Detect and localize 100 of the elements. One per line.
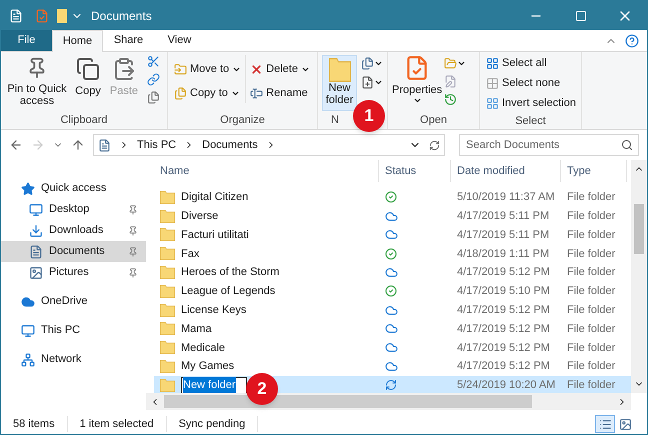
back-icon[interactable] [9,138,23,152]
grid-icon [486,96,499,110]
date-cell: 4/17/2019 5:12 PM [457,304,550,316]
file-row[interactable]: My Games 4/17/2019 5:12 PM File folder [154,357,631,376]
sidebar-item[interactable]: Pictures [1,262,146,283]
status-text: Sync pending [178,416,258,432]
ribbon-tab[interactable]: Home [52,30,103,52]
ribbon-button[interactable]: Invert selection [484,93,578,113]
properties-button[interactable]: Properties [392,55,442,105]
folder-icon [328,58,350,82]
move-folder-icon [174,62,187,76]
copy-icon [174,86,187,100]
date-cell: 4/17/2019 5:12 PM [457,266,550,278]
ribbon-tab[interactable]: View [154,30,205,51]
file-row[interactable]: Digital Citizen 5/10/2019 11:37 AM File folder [154,188,631,207]
large-icons-view-icon [618,418,632,430]
sidebar-item[interactable]: Quick access [1,178,146,199]
scroll-thumb[interactable] [164,395,532,408]
document-icon [29,244,43,258]
file-row[interactable]: License Keys 4/17/2019 5:12 PM File folder [154,300,631,320]
network-icon [21,352,35,366]
date-cell: 4/17/2019 5:10 PM [457,285,550,298]
column-header[interactable]: Name [146,160,379,182]
file-name: League of Legends [181,284,276,300]
files-icon[interactable] [361,57,374,70]
scroll-thumb[interactable] [634,204,644,254]
rename-icon [250,86,264,100]
link-icon[interactable] [147,73,160,86]
caret-icon [374,78,383,87]
new-folder-button[interactable]: New folder [322,55,357,111]
type-cell: File folder [567,248,616,260]
type-cell: File folder [567,210,616,222]
file-name: Digital Citizen [181,190,248,206]
checked-file-icon[interactable] [35,8,49,22]
rename-field[interactable]: New folder [181,376,247,394]
ribbon-button[interactable]: Pin to Quick access [5,55,69,107]
file-row[interactable]: Mama 4/17/2019 5:12 PM File folder [154,320,631,338]
date-cell: 4/17/2019 5:11 PM [457,228,550,241]
scissors-icon[interactable] [147,55,160,68]
status-text: 58 items [13,416,68,432]
address-bar[interactable]: This PC Documents [93,134,445,156]
sidebar-item[interactable]: Documents [1,241,146,262]
ribbon-button[interactable]: Move to [172,59,244,79]
ribbon-tab[interactable]: Share [103,30,154,51]
delete-icon [250,62,264,76]
ribbon-button[interactable]: Copy [71,55,105,97]
view-button[interactable] [595,415,615,433]
folder-icon [160,284,175,298]
sidebar-item[interactable]: This PC [1,320,146,341]
type-cell: File folder [567,322,616,335]
help-icon[interactable] [625,34,639,48]
file-row[interactable]: Facturi utilitati 4/17/2019 5:11 PM File folder [154,226,631,244]
date-cell: 4/17/2019 5:12 PM [457,342,550,354]
breadcrumb[interactable]: Documents [202,136,258,154]
up-icon[interactable] [71,138,85,152]
type-cell: File folder [567,360,616,372]
desktop-icon [29,202,43,216]
folder-icon [160,190,175,204]
download-icon [29,224,43,238]
maximize-icon[interactable] [575,10,587,22]
sidebar-item[interactable]: Network [1,349,146,370]
file-row[interactable]: Fax 4/18/2019 1:11 PM File folder [154,244,631,264]
type-cell: File folder [567,379,616,392]
type-cell: File folder [567,191,616,204]
copy-icon [76,57,100,81]
ribbon-button[interactable]: Rename [248,83,312,103]
files-icon[interactable] [147,91,160,104]
sidebar-item[interactable]: Downloads [1,220,146,241]
history-icon[interactable] [444,93,458,106]
ribbon-button[interactable]: Copy to [172,83,244,103]
folder-icon [160,210,175,223]
file-row[interactable]: League of Legends 4/17/2019 5:10 PM File folder [154,282,631,301]
sidebar-item[interactable]: Desktop [1,199,146,220]
ribbon-button[interactable]: Select none [484,73,578,93]
column-header[interactable]: Date modified [451,160,561,182]
horizontal-scrollbar[interactable] [146,393,631,410]
file-row[interactable]: Heroes of the Storm 4/17/2019 5:12 PM File folder [154,263,631,282]
column-header[interactable]: Type [561,160,627,182]
caret-icon [374,59,383,68]
breadcrumb[interactable]: This PC [137,136,176,154]
ribbon-button[interactable]: Delete [248,59,312,79]
date-cell: 4/17/2019 5:11 PM [457,210,550,222]
folder-icon[interactable] [57,8,67,22]
group-label: Clipboard [60,113,108,128]
file-row[interactable]: Medicale 4/17/2019 5:12 PM File folder [154,338,631,358]
sidebar-item[interactable]: OneDrive [1,291,146,312]
folder-icon [160,360,175,374]
new-file-icon[interactable] [361,76,374,89]
paste-icon [112,57,136,81]
column-header[interactable]: Status [379,160,451,182]
caret-icon [457,59,466,68]
ribbon-button[interactable]: Select all [484,53,578,73]
search-field[interactable]: Search Documents [459,134,639,156]
status-text: 1 item selected [80,416,167,432]
file-row[interactable]: Diverse 4/17/2019 5:11 PM File folder [154,206,631,226]
folder-icon [160,228,175,242]
group-label: N [331,113,339,128]
ribbon-tab[interactable]: File [1,30,52,51]
refresh-icon[interactable] [429,140,440,150]
vertical-scrollbar[interactable] [631,160,647,393]
